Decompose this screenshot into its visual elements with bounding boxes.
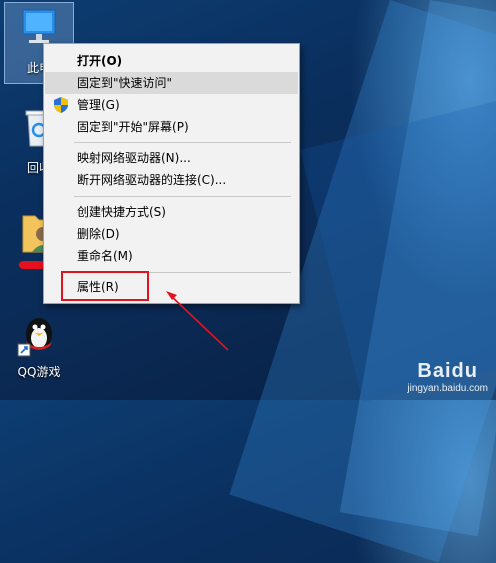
watermark-brand: Baidu	[417, 360, 478, 382]
annotation-arrow	[166, 291, 229, 351]
baidu-jingyan-watermark: Baidu jingyan.baidu.com	[407, 360, 488, 394]
watermark-site: jingyan.baidu.com	[407, 383, 488, 394]
